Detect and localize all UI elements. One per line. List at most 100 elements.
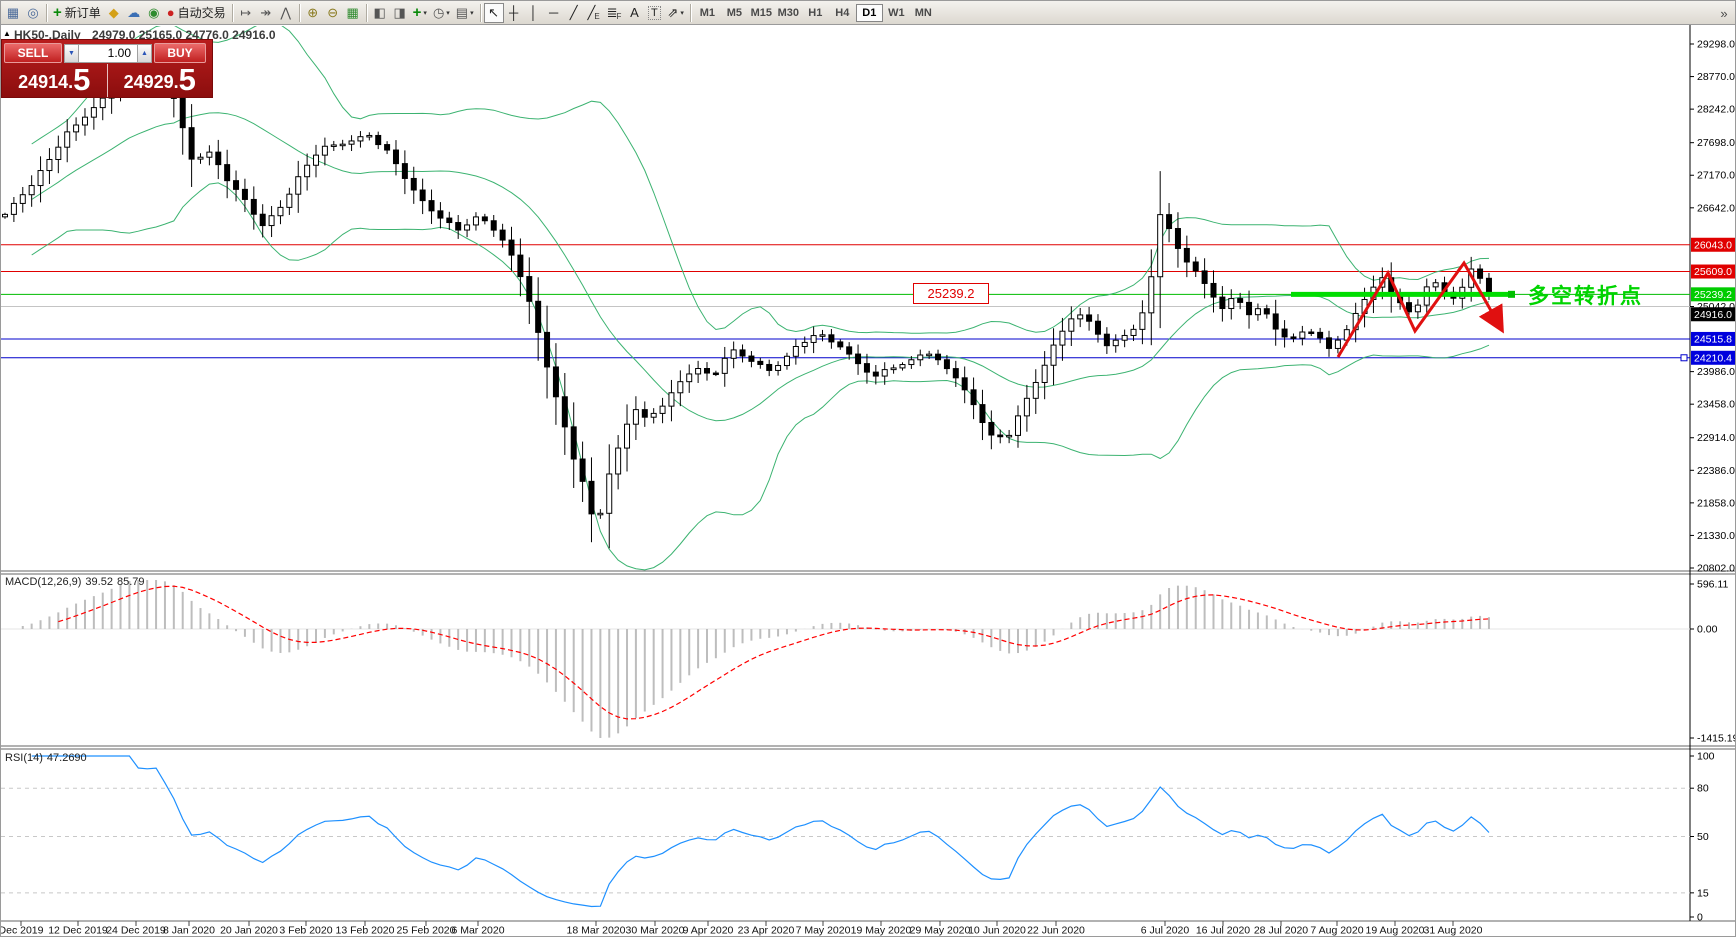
text-icon: A	[630, 5, 639, 20]
auto-scroll-icon: ↠	[260, 4, 272, 20]
text-label-button[interactable]: T	[644, 3, 664, 23]
svg-text:22386.0: 22386.0	[1697, 465, 1735, 477]
metaeditor-button[interactable]: ◆	[104, 3, 124, 23]
svg-text:13 Feb 2020: 13 Feb 2020	[336, 925, 395, 937]
new-chart-button[interactable]: ▦	[3, 3, 23, 23]
svg-text:21330.0: 21330.0	[1697, 530, 1735, 542]
rsi-indicator-label: RSI(14) 47.2690	[5, 752, 91, 764]
chart-canvas[interactable]: 29298.0 28770.0 28242.0 27698.0 27170.0 26642…	[1, 1, 1736, 937]
signals-button[interactable]: ◉	[144, 3, 164, 23]
toolbar-separator	[298, 3, 300, 22]
crosshair-button[interactable]: ┼	[504, 3, 524, 23]
svg-text:16 Jul 2020: 16 Jul 2020	[1196, 925, 1250, 937]
chart-mode-button[interactable]: ⋀	[276, 3, 296, 23]
crosshair-icon: ┼	[509, 5, 519, 20]
buy-price: 24929. 5	[106, 62, 213, 97]
zoom-out-button[interactable]: ⊖	[323, 3, 343, 23]
arrange-left-button[interactable]: ◧	[370, 3, 390, 23]
timeframe-m1[interactable]: M1	[694, 4, 721, 22]
toolbar-separator	[689, 3, 691, 22]
timeframe-m15[interactable]: M15	[748, 4, 775, 22]
svg-text:31 Aug 2020: 31 Aug 2020	[1424, 925, 1483, 937]
timeframe-d1[interactable]: D1	[855, 3, 883, 22]
macd-value: 39.52	[85, 576, 113, 588]
spin-up-icon: ▲	[141, 49, 148, 57]
equidistant-channel-button[interactable]: ╱ E	[584, 3, 604, 23]
timeframe-h4[interactable]: H4	[829, 4, 856, 22]
svg-text:22914.0: 22914.0	[1697, 432, 1735, 444]
zoom-in-button[interactable]: ⊕	[303, 3, 323, 23]
svg-text:24916.0: 24916.0	[1694, 309, 1732, 321]
svg-text:80: 80	[1697, 783, 1709, 795]
zoom-in-icon: ⊕	[307, 4, 319, 20]
volume-input[interactable]	[79, 43, 137, 63]
horizontal-line-icon: ─	[549, 5, 559, 20]
templates-button[interactable]: ▤ ▾	[453, 3, 477, 23]
tile-windows-button[interactable]: ▦	[343, 3, 363, 23]
toolbar-overflow-button[interactable]: »	[1714, 3, 1734, 23]
indicators-button[interactable]: + ▾	[410, 3, 430, 23]
templates-icon: ▤	[455, 4, 469, 20]
fibonacci-button[interactable]: ≣ F	[604, 3, 625, 23]
market-button[interactable]: ☁	[124, 3, 144, 23]
svg-text:-1415.19: -1415.19	[1697, 733, 1736, 745]
rsi-name: RSI(14)	[5, 752, 43, 764]
autotrading-label: 自动交易	[177, 6, 226, 20]
sell-price: 24914. 5	[2, 64, 107, 97]
svg-text:12 Dec 2019: 12 Dec 2019	[48, 925, 108, 937]
svg-text:0.00: 0.00	[1697, 624, 1718, 636]
svg-text:6 Jul 2020: 6 Jul 2020	[1141, 925, 1190, 937]
chart-shift-button[interactable]: ↦	[236, 3, 256, 23]
svg-text:21858.0: 21858.0	[1697, 497, 1735, 509]
rsi-value: 47.2690	[46, 752, 87, 764]
new-order-button[interactable]: + 新订单	[50, 3, 104, 23]
timeframe-h1[interactable]: H1	[802, 4, 829, 22]
svg-text:6 Mar 2020: 6 Mar 2020	[451, 925, 504, 937]
svg-text:23986.0: 23986.0	[1697, 366, 1735, 378]
arrange-left-icon: ◧	[373, 4, 386, 20]
volume-up-spinner[interactable]: ▲	[137, 43, 152, 63]
svg-text:26043.0: 26043.0	[1694, 239, 1732, 251]
autotrading-button[interactable]: ● 自动交易	[164, 3, 229, 23]
cursor-icon: ↖	[488, 4, 500, 20]
new-chart-icon: ▦	[6, 4, 20, 20]
zoom-out-icon: ⊖	[327, 4, 339, 20]
trendline-button[interactable]: ╱	[564, 3, 584, 23]
timeframe-m30[interactable]: M30	[775, 4, 802, 22]
trade-panel-top-row: SELL ▼ ▲ BUY	[2, 40, 212, 64]
timeframe-m5[interactable]: M5	[721, 4, 748, 22]
sell-button[interactable]: SELL	[4, 43, 62, 63]
one-click-trade-panel: SELL ▼ ▲ BUY 24914.5 24929.5	[1, 39, 213, 98]
toolbar-separator	[365, 3, 367, 22]
volume-down-spinner[interactable]: ▼	[64, 43, 79, 63]
svg-text:23458.0: 23458.0	[1697, 399, 1735, 411]
svg-text:596.11: 596.11	[1697, 579, 1728, 591]
tile-windows-icon: ▦	[346, 4, 359, 20]
text-button[interactable]: A	[624, 3, 644, 23]
svg-text:27170.0: 27170.0	[1697, 170, 1735, 182]
svg-text:7 May 2020: 7 May 2020	[796, 925, 851, 937]
timeframe-w1[interactable]: W1	[883, 4, 910, 22]
arrange-right-button[interactable]: ◨	[390, 3, 410, 23]
svg-text:10 Jun 2020: 10 Jun 2020	[968, 925, 1026, 937]
svg-text:25609.0: 25609.0	[1694, 266, 1732, 278]
svg-text:0: 0	[1697, 912, 1703, 924]
timeframe-mn[interactable]: MN	[910, 4, 937, 22]
svg-text:3 Feb 2020: 3 Feb 2020	[279, 925, 332, 937]
periods-button[interactable]: ◷ ▾	[430, 3, 453, 23]
price-annotation-box[interactable]: 25239.2	[913, 283, 989, 304]
svg-text:7 Aug 2020: 7 Aug 2020	[1310, 925, 1363, 937]
chart-shift-icon: ↦	[240, 4, 252, 20]
horizontal-line-button[interactable]: ─	[544, 3, 564, 23]
pivot-annotation-text: 多空转折点	[1528, 285, 1643, 308]
auto-scroll-button[interactable]: ↠	[256, 3, 276, 23]
shapes-button[interactable]: ⇗ ▾	[664, 3, 686, 23]
buy-button[interactable]: BUY	[154, 43, 206, 63]
buy-price-big: 5	[178, 62, 196, 97]
profiles-icon: ◎	[27, 4, 39, 20]
vertical-line-button[interactable]: │	[524, 3, 544, 23]
arrange-right-icon: ◨	[393, 4, 406, 20]
cursor-button[interactable]: ↖	[483, 2, 504, 23]
profiles-button[interactable]: ◎	[23, 3, 43, 23]
svg-text:50: 50	[1697, 831, 1709, 843]
